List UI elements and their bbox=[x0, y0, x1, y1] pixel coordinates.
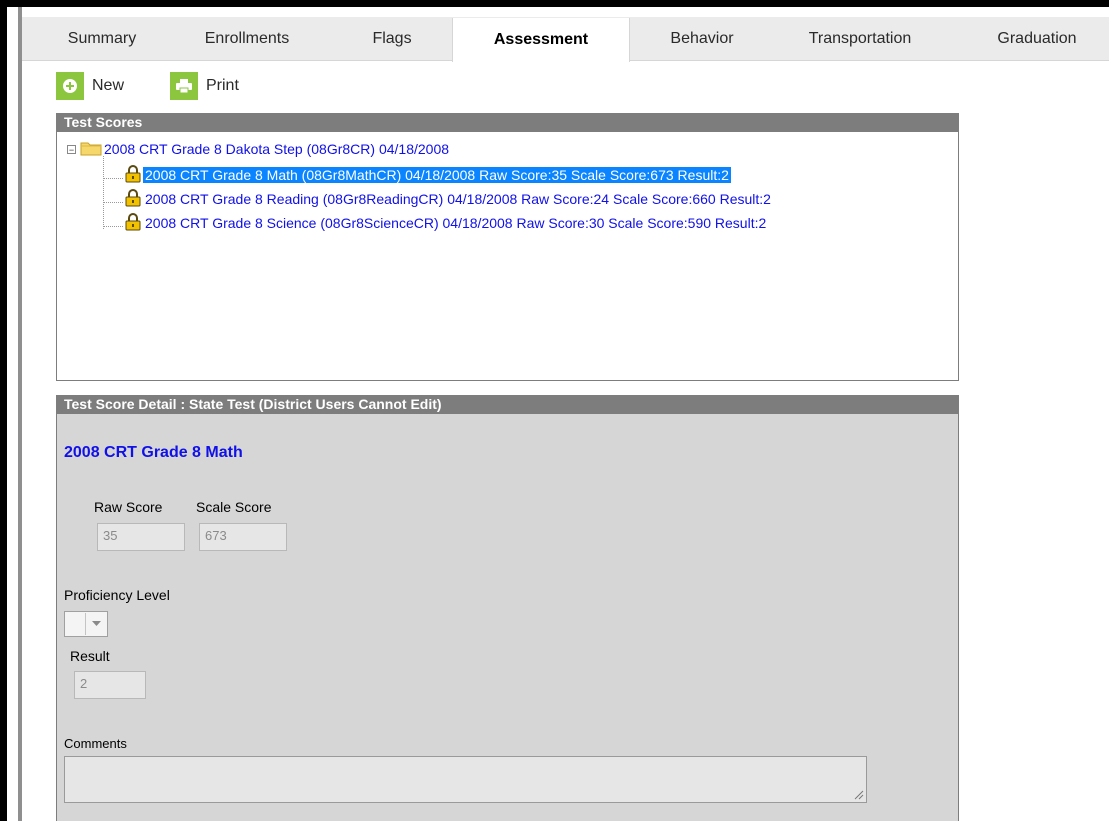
lock-icon bbox=[123, 212, 143, 234]
comments-textarea[interactable] bbox=[64, 756, 867, 803]
proficiency-level-label: Proficiency Level bbox=[64, 587, 170, 603]
tree-item-label: 2008 CRT Grade 8 Reading (08Gr8ReadingCR… bbox=[145, 191, 771, 207]
result-field[interactable]: 2 bbox=[74, 671, 146, 699]
tab-transportation[interactable]: Transportation bbox=[790, 25, 930, 53]
tree-connector bbox=[103, 226, 123, 227]
result-label: Result bbox=[70, 648, 110, 664]
tab-enrollments[interactable]: Enrollments bbox=[187, 25, 307, 53]
tab-summary[interactable]: Summary bbox=[52, 25, 152, 53]
window-frame-top bbox=[0, 0, 1109, 7]
tab-graduation[interactable]: Graduation bbox=[982, 25, 1092, 53]
window-frame-left bbox=[0, 0, 7, 821]
tree-connector bbox=[103, 202, 123, 203]
new-button-label: New bbox=[92, 77, 125, 94]
scale-score-field[interactable]: 673 bbox=[199, 523, 287, 551]
lock-icon bbox=[123, 164, 143, 186]
print-button-label: Print bbox=[206, 77, 239, 94]
tree-item-reading[interactable]: 2008 CRT Grade 8 Reading (08Gr8ReadingCR… bbox=[123, 188, 773, 210]
tree-root-label: 2008 CRT Grade 8 Dakota Step (08Gr8CR) 0… bbox=[104, 141, 450, 157]
raw-score-field[interactable]: 35 bbox=[97, 523, 185, 551]
detail-title: 2008 CRT Grade 8 Math bbox=[64, 444, 243, 461]
resize-handle-icon[interactable] bbox=[854, 790, 864, 800]
proficiency-level-select[interactable] bbox=[64, 611, 108, 637]
collapse-toggle[interactable]: − bbox=[67, 144, 76, 154]
content-left-border bbox=[18, 7, 22, 821]
print-button[interactable]: Print bbox=[170, 72, 239, 100]
tree-connector-vertical bbox=[103, 156, 104, 229]
tree-item-label: 2008 CRT Grade 8 Science (08Gr8ScienceCR… bbox=[145, 215, 767, 231]
tree-connector bbox=[103, 178, 123, 179]
tree-root-item[interactable]: − 2008 CRT Grade 8 Dakota Step (08Gr8CR)… bbox=[67, 139, 451, 159]
test-scores-header: Test Scores bbox=[56, 113, 959, 132]
tree-item-science[interactable]: 2008 CRT Grade 8 Science (08Gr8ScienceCR… bbox=[123, 212, 768, 234]
tree-item-math[interactable]: 2008 CRT Grade 8 Math (08Gr8MathCR) 04/1… bbox=[123, 164, 731, 186]
tab-assessment[interactable]: Assessment bbox=[452, 18, 630, 62]
window-frame-gap bbox=[7, 7, 18, 821]
chevron-down-icon bbox=[85, 613, 106, 635]
test-scores-tree: − 2008 CRT Grade 8 Dakota Step (08Gr8CR)… bbox=[56, 132, 959, 381]
new-button[interactable]: New bbox=[56, 72, 124, 100]
tab-behavior[interactable]: Behavior bbox=[652, 25, 752, 53]
lock-icon bbox=[123, 188, 143, 210]
test-score-detail-header: Test Score Detail : State Test (District… bbox=[56, 395, 959, 414]
folder-icon bbox=[80, 140, 102, 159]
tab-flags[interactable]: Flags bbox=[352, 25, 432, 53]
tree-item-label: 2008 CRT Grade 8 Math (08Gr8MathCR) 04/1… bbox=[143, 167, 731, 183]
comments-label: Comments bbox=[64, 736, 127, 751]
tab-bar: Summary Enrollments Flags Assessment Beh… bbox=[22, 7, 1109, 62]
scale-score-label: Scale Score bbox=[196, 499, 272, 515]
printer-icon bbox=[170, 72, 198, 100]
raw-score-label: Raw Score bbox=[94, 499, 163, 515]
plus-circle-icon bbox=[56, 72, 84, 100]
